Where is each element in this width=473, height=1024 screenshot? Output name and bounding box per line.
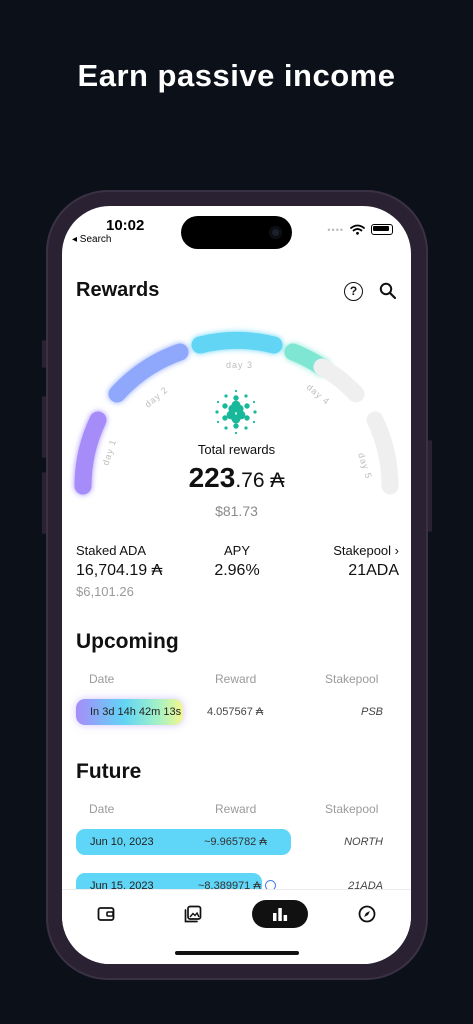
stakepool-value: 21ADA (348, 562, 399, 579)
future-row-1-reward: ~9.965782 ₳ (204, 836, 267, 848)
total-rewards-value: 223.76 ₳ (62, 462, 411, 494)
dynamic-island (181, 216, 292, 249)
upcoming-pool-cell: PSB (360, 706, 383, 718)
staked-ada-stat: Staked ADA 16,704.19 ₳ $6,101.26 (76, 543, 162, 599)
volume-up-button (42, 396, 46, 458)
total-rewards-usd: $81.73 (215, 503, 258, 519)
tab-stats[interactable] (252, 900, 308, 928)
gauge-segment-day3 (191, 331, 283, 354)
back-to-search-link[interactable]: ◂ Search (72, 234, 111, 245)
upcoming-col-date: Date (89, 672, 115, 686)
battery-icon (371, 224, 393, 235)
upcoming-title: Upcoming (76, 630, 179, 653)
upcoming-reward-cell: 4.057567 ₳ (207, 706, 264, 718)
gallery-icon (184, 905, 202, 923)
gauge-label-day3: day 3 (226, 360, 253, 370)
future-col-date: Date (89, 802, 115, 816)
apy-stat: APY 2.96% (202, 543, 272, 580)
total-rewards-whole: 223 (188, 462, 236, 493)
total-rewards-fraction: .76 ₳ (235, 469, 285, 492)
chart-icon (273, 908, 288, 921)
power-button (428, 440, 432, 532)
stakepool-link[interactable]: Stakepool › (333, 543, 399, 558)
wallet-icon (97, 907, 115, 921)
future-col-stakepool: Stakepool (325, 802, 379, 816)
future-row-1-pool: NORTH (344, 836, 383, 848)
gauge-label-day2: day 2 (143, 384, 170, 409)
upcoming-date-pill[interactable]: In 3d 14h 42m 13s (76, 699, 183, 725)
upcoming-col-reward: Reward (215, 672, 257, 686)
future-title: Future (76, 760, 142, 783)
apy-value: 2.96% (214, 562, 260, 579)
tab-explore[interactable] (347, 900, 387, 928)
stakepool-stat[interactable]: Stakepool › 21ADA (333, 543, 399, 580)
wifi-icon (350, 224, 365, 235)
mute-button (42, 340, 46, 368)
camera-icon (269, 226, 282, 239)
gauge-label-day4: day 4 (305, 382, 332, 407)
volume-down-button (42, 472, 46, 534)
staked-ada-value: 16,704.19 ₳ (76, 562, 163, 579)
gauge-segment-day4-rest (313, 358, 365, 403)
page-title: Rewards (76, 279, 160, 301)
future-col-reward: Reward (215, 802, 257, 816)
signal-icon: •••• (327, 224, 344, 235)
search-icon[interactable] (379, 282, 397, 300)
headline: Earn passive income (77, 58, 396, 93)
tab-gallery[interactable] (173, 900, 213, 928)
total-rewards-label: Total rewards (197, 442, 276, 457)
home-indicator[interactable] (175, 951, 299, 955)
staked-ada-usd: $6,101.26 (76, 584, 134, 599)
gauge-segment-day2 (108, 343, 189, 403)
staked-ada-label: Staked ADA (76, 543, 147, 558)
tab-wallet[interactable] (86, 900, 126, 928)
help-icon[interactable]: ? (344, 282, 363, 301)
status-icons: •••• (327, 224, 393, 235)
status-time: 10:02 (106, 217, 145, 234)
app-screen: 10:02 ◂ Search •••• Rewards ? day 1 day … (62, 206, 411, 964)
compass-icon (358, 905, 376, 923)
apy-label: APY (223, 543, 250, 558)
upcoming-col-stakepool: Stakepool (325, 672, 379, 686)
cardano-logo-icon (215, 389, 257, 435)
